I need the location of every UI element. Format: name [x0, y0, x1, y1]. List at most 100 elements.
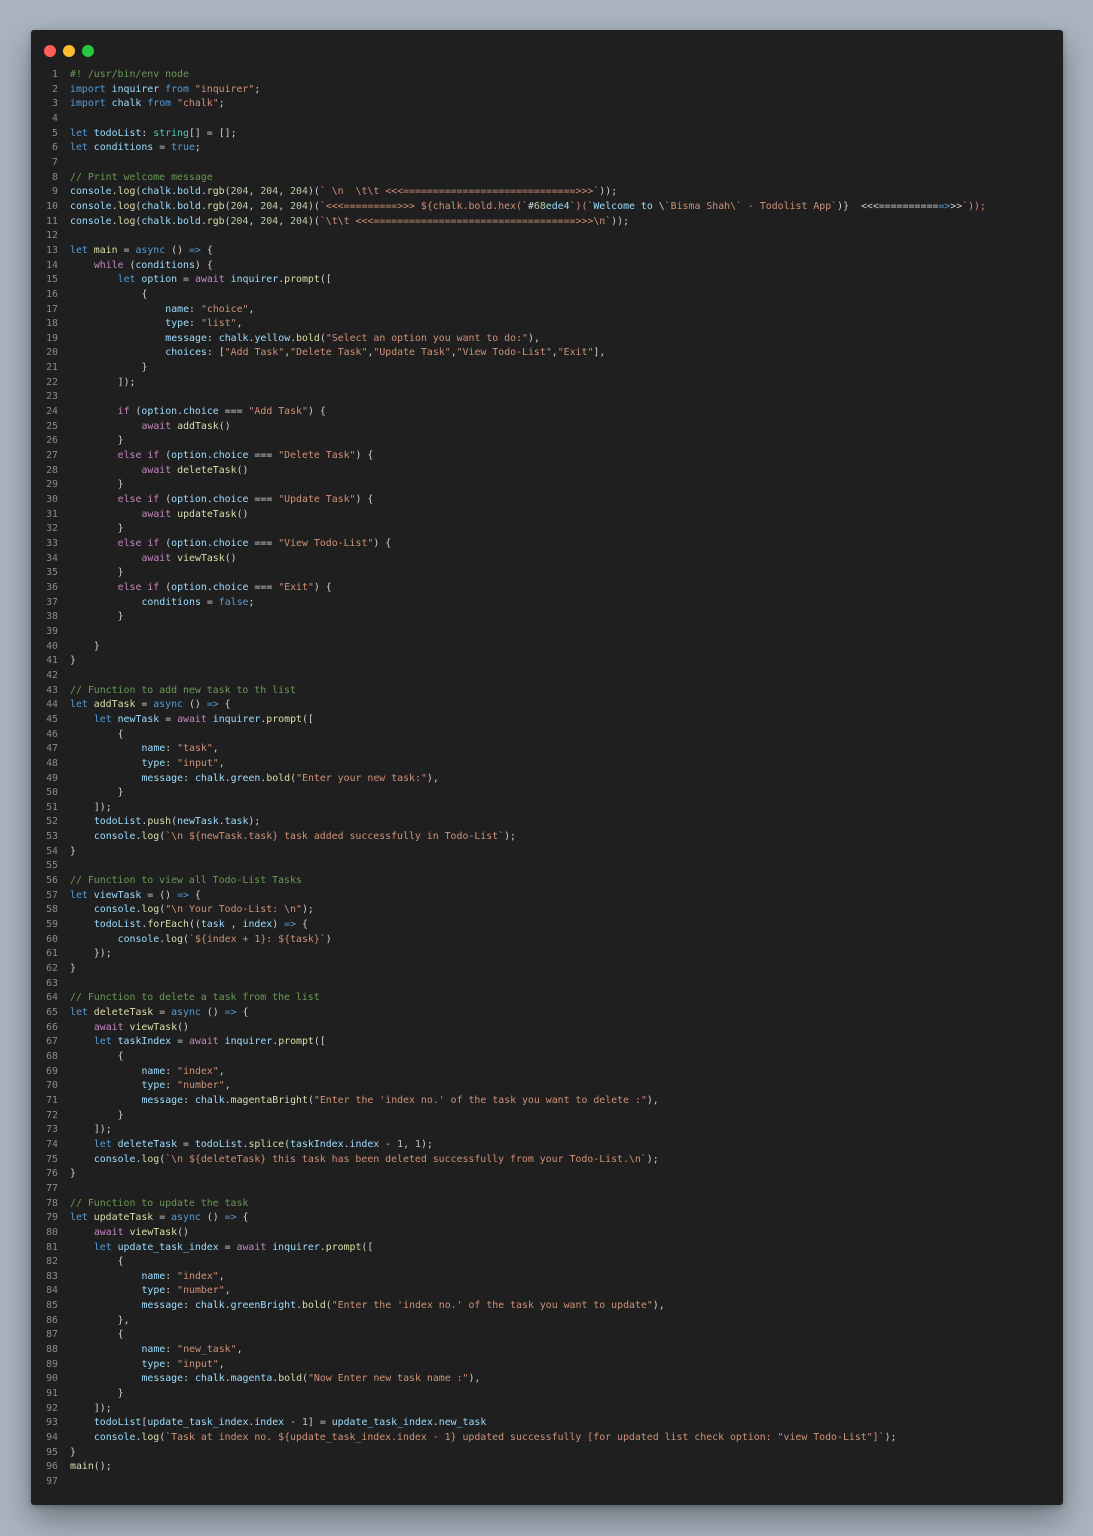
code-line: 47 name: "task", [31, 742, 1063, 757]
code-text: message: chalk.yellow.bold("Select an op… [165, 332, 540, 344]
code-line: 44 let addTask = async () => { [31, 698, 1063, 713]
code-line: 90 message: chalk.magenta.bold("Now Ente… [31, 1372, 1063, 1387]
line-number: 19 [46, 332, 58, 344]
code-text: todoList[update_task_index.index - 1] = … [93, 1417, 487, 1429]
line-number: 62 [46, 963, 58, 975]
code-text: type: "input", [141, 757, 225, 769]
code-editor: 1 #! /usr/bin/env node 2 import inquirer fr… [31, 68, 1063, 1490]
code-text: import chalk from "chalk"; [70, 98, 225, 110]
code-text: { [117, 1329, 124, 1341]
line-number: 11 [46, 215, 58, 227]
line-number: 81 [46, 1241, 58, 1253]
code-text: } [117, 787, 124, 799]
code-text: await updateTask() [141, 508, 249, 520]
code-window: 1 #! /usr/bin/env node 2 import inquirer fr… [31, 30, 1063, 1505]
code-line: 35 } [31, 566, 1063, 581]
code-text: } [117, 479, 124, 491]
code-text: name: "index", [141, 1065, 225, 1077]
close-button[interactable] [44, 45, 56, 57]
code-line: 71 message: chalk.magentaBright("Enter t… [31, 1094, 1063, 1109]
code-line: 60 console.log(`${index + 1}: ${task}`) [31, 933, 1063, 948]
line-number: 66 [46, 1021, 58, 1033]
code-text: } [117, 567, 124, 579]
code-line: 93 todoList[update_task_index.index - 1]… [31, 1416, 1063, 1431]
line-number: 83 [46, 1270, 58, 1282]
code-line: 36 else if (option.choice === "Exit") { [31, 581, 1063, 596]
code-line: 51 ]); [31, 801, 1063, 816]
code-text: message: chalk.magenta.bold("Now Enter n… [141, 1373, 481, 1385]
code-line: 94 console.log(`Task at index no. ${upda… [31, 1431, 1063, 1446]
code-line: 39 [31, 625, 1063, 640]
line-number: 33 [46, 538, 58, 549]
code-line: 43 // Function to add new task to th list [31, 684, 1063, 699]
code-line: 56 // Function to view all Todo-List Task… [31, 874, 1063, 889]
code-line: 88 name: "new_task", [31, 1343, 1063, 1358]
code-text: console.log(chalk.bold.rgb(204, 204, 204… [70, 186, 618, 198]
code-line: 25 await addTask() [31, 420, 1063, 435]
line-number: 74 [46, 1138, 58, 1150]
line-number: 40 [46, 640, 58, 652]
line-number: 8 [52, 171, 58, 183]
code-line: 55 [31, 859, 1063, 874]
code-line: 66 await viewTask() [31, 1021, 1063, 1036]
line-number: 24 [46, 406, 58, 418]
line-number: 37 [46, 596, 58, 608]
line-number: 16 [46, 288, 58, 300]
code-text: main(); [70, 1461, 112, 1473]
line-number: 77 [46, 1182, 58, 1194]
code-text: } [70, 845, 76, 857]
line-number: 63 [46, 977, 58, 989]
code-line: 82 { [31, 1255, 1063, 1270]
line-number: 48 [46, 757, 58, 769]
code-text: message: chalk.green.bold("Enter your ne… [141, 772, 439, 784]
code-text: } [117, 611, 124, 623]
code-line: 3 import chalk from "chalk"; [31, 97, 1063, 112]
line-number: 45 [46, 713, 58, 725]
line-number: 76 [46, 1168, 58, 1180]
code-line: 85 message: chalk.greenBright.bold("Ente… [31, 1299, 1063, 1314]
code-line: 49 message: chalk.green.bold("Enter your… [31, 772, 1063, 787]
code-text: let updateTask = async () => { [70, 1212, 249, 1224]
code-text: type: "input", [141, 1358, 225, 1370]
line-number: 95 [46, 1446, 58, 1458]
code-text: let viewTask = () => { [70, 889, 201, 901]
line-number: 25 [46, 420, 58, 432]
line-number: 15 [46, 274, 58, 286]
code-line: 45 let newTask = await inquirer.prompt([ [31, 713, 1063, 728]
code-text: let addTask = async () => { [70, 699, 231, 711]
code-text: else if (option.choice === "Delete Task"… [117, 450, 374, 462]
line-number: 51 [46, 801, 58, 813]
maximize-button[interactable] [82, 45, 94, 57]
code-line: 57 let viewTask = () => { [31, 889, 1063, 904]
code-line: 54} [31, 845, 1063, 860]
code-text: conditions = false; [141, 596, 255, 608]
code-line: 97 [31, 1475, 1063, 1490]
code-line: 11 console.log(chalk.bold.rgb(204, 204, 2… [31, 215, 1063, 230]
line-number: 46 [46, 728, 58, 740]
code-line: 24 if (option.choice === "Add Task") { [31, 405, 1063, 420]
code-text: ]); [117, 376, 136, 388]
code-text: } [117, 523, 124, 535]
code-line: 6 let conditions = true; [31, 141, 1063, 156]
code-text: console.log(chalk.bold.rgb(204, 204, 204… [70, 215, 630, 227]
line-number: 91 [46, 1388, 58, 1400]
code-text: // Print welcome message [70, 171, 213, 183]
line-number: 41 [46, 655, 58, 667]
line-number: 10 [46, 200, 58, 212]
code-line: 18 type: "list", [31, 317, 1063, 332]
code-line: 20 choices: ["Add Task","Delete Task","U… [31, 346, 1063, 361]
line-number: 58 [46, 904, 58, 916]
code-line: 12 [31, 229, 1063, 244]
code-text: let update_task_index = await inquirer.p… [93, 1241, 374, 1253]
line-number: 80 [46, 1226, 58, 1238]
line-number: 73 [46, 1124, 58, 1136]
line-number: 68 [46, 1050, 58, 1062]
code-text: else if (option.choice === "Update Task"… [117, 494, 374, 506]
code-line: 76} [31, 1167, 1063, 1182]
code-text: console.log(chalk.bold.rgb(204, 204, 204… [70, 200, 986, 212]
line-number: 13 [46, 244, 58, 256]
code-line: 52 todoList.push(newTask.task); [31, 815, 1063, 830]
code-line: 16 { [31, 288, 1063, 303]
minimize-button[interactable] [63, 45, 75, 57]
code-line: 19 message: chalk.yellow.bold("Select an… [31, 332, 1063, 347]
